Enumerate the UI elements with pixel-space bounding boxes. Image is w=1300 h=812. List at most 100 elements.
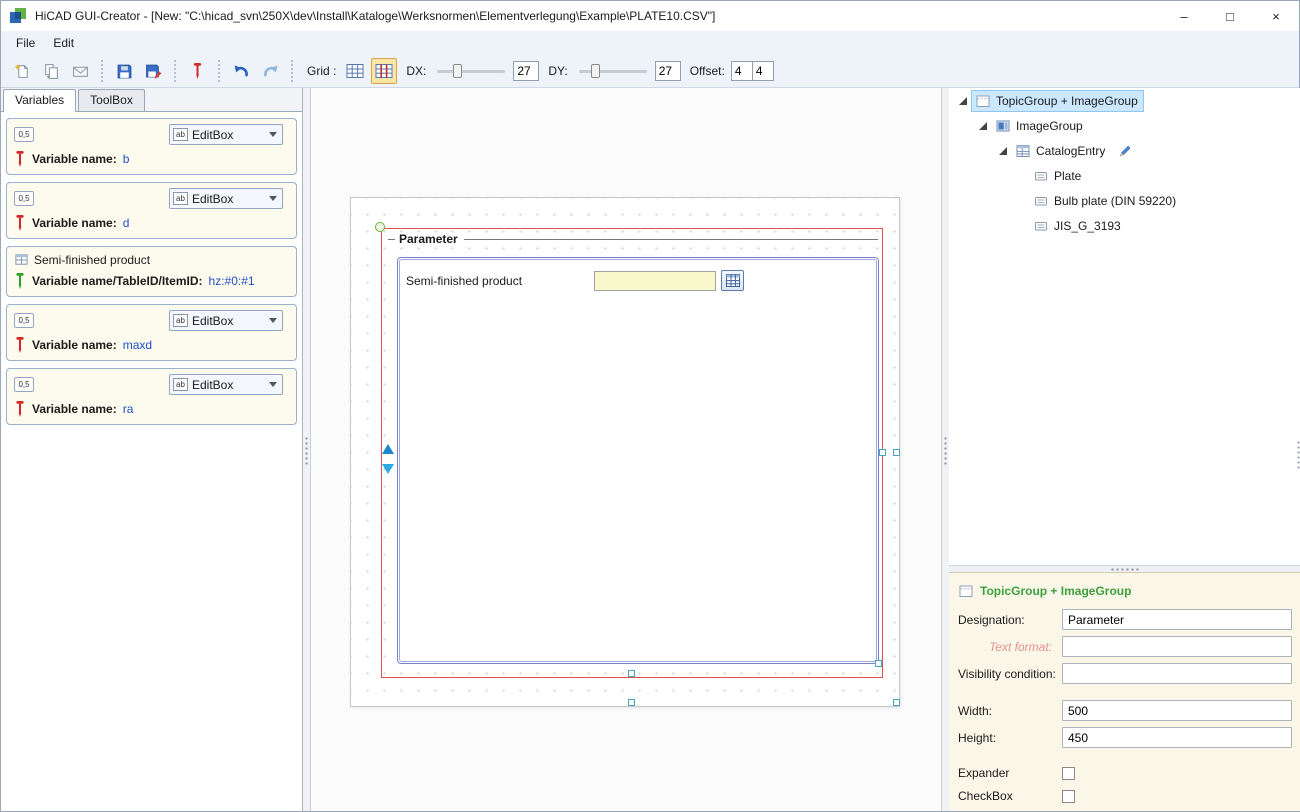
tree-node-label: JIS_G_3193 (1054, 219, 1121, 233)
resize-handle-right[interactable] (879, 449, 886, 456)
red-pin-icon (14, 400, 26, 418)
grid-toggle-button[interactable] (342, 58, 368, 84)
dx-slider[interactable] (435, 61, 507, 81)
design-canvas[interactable]: Parameter Semi-finished product (310, 88, 942, 811)
save-as-button[interactable] (140, 58, 166, 84)
dx-input[interactable] (513, 61, 539, 81)
pin-icon (191, 62, 204, 80)
splitter-grip (305, 436, 308, 466)
variable-card-ra[interactable]: 0,5 ab EditBox Variable name: ra (6, 368, 297, 425)
tree-node-content[interactable]: TopicGroup + ImageGroup (971, 90, 1144, 112)
groupbox-title: Parameter (399, 232, 458, 246)
control-type-select[interactable]: ab EditBox (169, 188, 283, 209)
designation-row: Designation: (958, 609, 1292, 630)
surface-resize-handle-bottom[interactable] (628, 699, 635, 706)
tree-node-topicgroup[interactable]: TopicGroup + ImageGroup (949, 88, 1300, 113)
variable-card-maxd[interactable]: 0,5 ab EditBox Variable name: maxd (6, 304, 297, 361)
red-pin-icon (14, 150, 26, 168)
copy-document-button[interactable] (38, 58, 64, 84)
tree-node-jis[interactable]: JIS_G_3193 (949, 213, 1300, 238)
visibility-condition-row: Visibility condition: (958, 663, 1292, 684)
resize-handle-bottom[interactable] (628, 670, 635, 677)
maximize-button[interactable]: □ (1207, 1, 1253, 31)
undo-button[interactable] (228, 58, 254, 84)
toolbar-separator (101, 60, 103, 82)
expander-icon[interactable] (995, 143, 1011, 159)
close-button[interactable]: × (1253, 1, 1299, 31)
text-format-input[interactable] (1062, 636, 1292, 657)
tree-node-content[interactable]: ImageGroup (991, 115, 1089, 137)
tree-node-content[interactable]: Plate (1029, 165, 1087, 187)
expander-icon[interactable] (955, 93, 971, 109)
tree-node-imagegroup[interactable]: ImageGroup (949, 113, 1300, 138)
table-icon (14, 252, 29, 267)
variable-card-d[interactable]: 0,5 ab EditBox Variable name: d (6, 182, 297, 239)
checkbox-checkbox[interactable] (1062, 790, 1075, 803)
tree-node-content[interactable]: JIS_G_3193 (1029, 215, 1127, 237)
red-pin-icon (14, 336, 26, 354)
dx-slider-thumb[interactable] (453, 64, 462, 78)
tree-properties-splitter[interactable] (949, 565, 1300, 572)
menu-bar: File Edit (1, 31, 1299, 55)
tree-node-plate[interactable]: Plate (949, 163, 1300, 188)
surface-resize-handle-corner[interactable] (893, 699, 900, 706)
catalog-field-input[interactable] (594, 271, 716, 291)
control-type-select[interactable]: ab EditBox (169, 310, 283, 331)
grid-snap-button[interactable] (371, 58, 397, 84)
design-surface[interactable]: Parameter Semi-finished product (350, 197, 900, 707)
topicgroup-icon (975, 93, 991, 109)
designation-label: Designation: (958, 613, 1062, 627)
menu-edit[interactable]: Edit (44, 33, 83, 53)
grid-label: Grid : (307, 64, 336, 78)
redo-button[interactable] (257, 58, 283, 84)
editbox-icon: ab (173, 314, 188, 327)
pin-button[interactable] (184, 58, 210, 84)
designation-input[interactable] (1062, 609, 1292, 630)
catalog-field-label: Semi-finished product (406, 274, 594, 288)
tree-node-content[interactable]: CatalogEntry (1011, 140, 1111, 162)
resize-handle-corner[interactable] (875, 660, 882, 667)
toolbar-separator (291, 60, 293, 82)
control-type-select[interactable]: ab EditBox (169, 374, 283, 395)
save-button[interactable] (111, 58, 137, 84)
rotate-handle[interactable] (375, 222, 385, 232)
dy-input[interactable] (655, 61, 681, 81)
imagegroup-frame[interactable]: Semi-finished product (397, 257, 879, 664)
surface-resize-handle-right[interactable] (893, 449, 900, 456)
dy-label: DY: (548, 64, 567, 78)
tab-variables[interactable]: Variables (3, 89, 76, 112)
tree-node-bulb-plate[interactable]: Bulb plate (DIN 59220) (949, 188, 1300, 213)
menu-file[interactable]: File (7, 33, 44, 53)
expander-icon[interactable] (975, 118, 991, 134)
height-label: Height: (958, 731, 1062, 745)
mail-button[interactable] (67, 58, 93, 84)
toolbar: Grid : DX: DY: Offs (1, 55, 1299, 88)
move-vertical-arrows-icon[interactable] (381, 443, 395, 475)
tree-node-label: ImageGroup (1016, 119, 1083, 133)
control-type-select[interactable]: ab EditBox (169, 124, 283, 145)
width-input[interactable] (1062, 700, 1292, 721)
variable-card-b[interactable]: 0,5 ab EditBox Variable name: b (6, 118, 297, 175)
edit-pencil-icon[interactable] (1118, 143, 1133, 158)
height-input[interactable] (1062, 727, 1292, 748)
tree-node-content[interactable]: Bulb plate (DIN 59220) (1029, 190, 1182, 212)
variable-name-value: b (123, 152, 130, 166)
dy-slider[interactable] (577, 61, 649, 81)
right-splitter[interactable] (942, 88, 949, 811)
tree-node-label: TopicGroup + ImageGroup (996, 94, 1138, 108)
catalog-picker-button[interactable] (721, 270, 744, 291)
topicgroup-selection-outline[interactable]: Parameter Semi-finished product (381, 228, 883, 678)
offset-x-input[interactable] (731, 61, 753, 81)
copy-document-icon (43, 63, 60, 80)
expander-checkbox[interactable] (1062, 767, 1075, 780)
left-splitter[interactable] (303, 88, 310, 811)
new-document-button[interactable] (9, 58, 35, 84)
green-pin-icon (14, 272, 26, 290)
offset-y-input[interactable] (752, 61, 774, 81)
tab-toolbox[interactable]: ToolBox (78, 89, 145, 111)
variable-card-semifinished[interactable]: Semi-finished product Variable name/Tabl… (6, 246, 297, 297)
tree-node-catalogentry[interactable]: CatalogEntry (949, 138, 1300, 163)
minimize-button[interactable]: – (1161, 1, 1207, 31)
visibility-condition-input[interactable] (1062, 663, 1292, 684)
dy-slider-thumb[interactable] (591, 64, 600, 78)
